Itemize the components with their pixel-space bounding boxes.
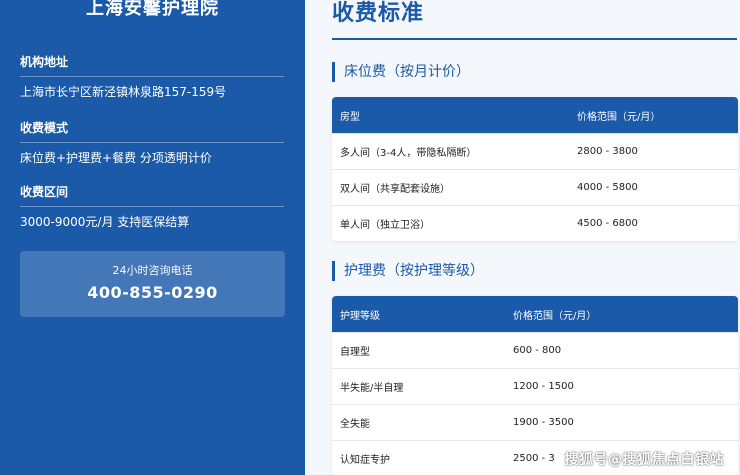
table-header: 房型 价格范围（元/月） [332, 97, 738, 133]
main-content: 收费标准 床位费（按月计价） 房型 价格范围（元/月） 多人间（3-4人，带隐私… [305, 0, 740, 475]
fee-range-block: 收费区间 3000-9000元/月 支持医保结算 [20, 183, 284, 231]
sidebar: 上海安馨护理院 机构地址 上海市长宁区新泾镇林泉路157-159号 收费模式 床… [0, 0, 305, 475]
table-row: 半失能/半自理 1200 - 1500 [332, 368, 738, 404]
fee-mode-value: 床位费+护理费+餐费 分项透明计价 [20, 151, 212, 165]
care-level-cell: 自理型 [340, 347, 370, 358]
fee-range-label: 收费区间 [20, 183, 284, 207]
room-type-cell: 单人间（独立卫浴） [340, 220, 430, 231]
room-type-cell: 多人间（3-4人，带隐私隔断） [340, 148, 477, 159]
room-type-cell: 双人间（共享配套设施） [340, 184, 450, 195]
bed-fee-section-title: 床位费（按月计价） [332, 62, 470, 82]
price-cell: 4500 - 6800 [577, 218, 638, 229]
table-row: 多人间（3-4人，带隐私隔断） 2800 - 3800 [332, 133, 738, 169]
care-level-cell: 认知症专护 [340, 455, 390, 466]
fee-mode-block: 收费模式 床位费+护理费+餐费 分项透明计价 [20, 119, 284, 167]
table-row: 全失能 1900 - 3500 [332, 404, 738, 440]
fee-range-value: 3000-9000元/月 支持医保结算 [20, 215, 190, 229]
address-block: 机构地址 上海市长宁区新泾镇林泉路157-159号 [20, 53, 284, 101]
table-row: 双人间（共享配套设施） 4000 - 5800 [332, 169, 738, 205]
price-cell: 1200 - 1500 [513, 381, 574, 392]
title-divider [332, 38, 737, 40]
header-price-range: 价格范围（元/月） [577, 111, 661, 123]
address-value: 上海市长宁区新泾镇林泉路157-159号 [20, 85, 227, 99]
table-header: 护理等级 价格范围（元/月） [332, 296, 738, 332]
bed-fee-table: 房型 价格范围（元/月） 多人间（3-4人，带隐私隔断） 2800 - 3800… [332, 97, 738, 241]
price-cell: 2800 - 3800 [577, 146, 638, 157]
hotline-phone[interactable]: 400-855-0290 [20, 282, 285, 304]
price-cell: 1900 - 3500 [513, 417, 574, 428]
price-cell: 4000 - 5800 [577, 182, 638, 193]
watermark: 搜狐号@搜狐焦点白银站 [564, 452, 724, 468]
address-label: 机构地址 [20, 53, 284, 77]
header-room-type: 房型 [340, 111, 360, 123]
care-level-cell: 全失能 [340, 419, 370, 430]
table-row: 自理型 600 - 800 [332, 332, 738, 368]
header-price-range: 价格范围（元/月） [513, 310, 597, 322]
fee-mode-label: 收费模式 [20, 119, 284, 143]
hotline-card[interactable]: 24小时咨询电话 400-855-0290 [20, 251, 285, 317]
care-level-cell: 半失能/半自理 [340, 383, 404, 394]
org-name: 上海安馨护理院 [86, 0, 219, 19]
table-row: 单人间（独立卫浴） 4500 - 6800 [332, 205, 738, 241]
header-care-level: 护理等级 [340, 310, 380, 322]
care-fee-section-title: 护理费（按护理等级） [332, 261, 484, 281]
price-cell: 600 - 800 [513, 345, 562, 356]
page-title: 收费标准 [332, 1, 425, 26]
hotline-label: 24小时咨询电话 [112, 264, 193, 277]
